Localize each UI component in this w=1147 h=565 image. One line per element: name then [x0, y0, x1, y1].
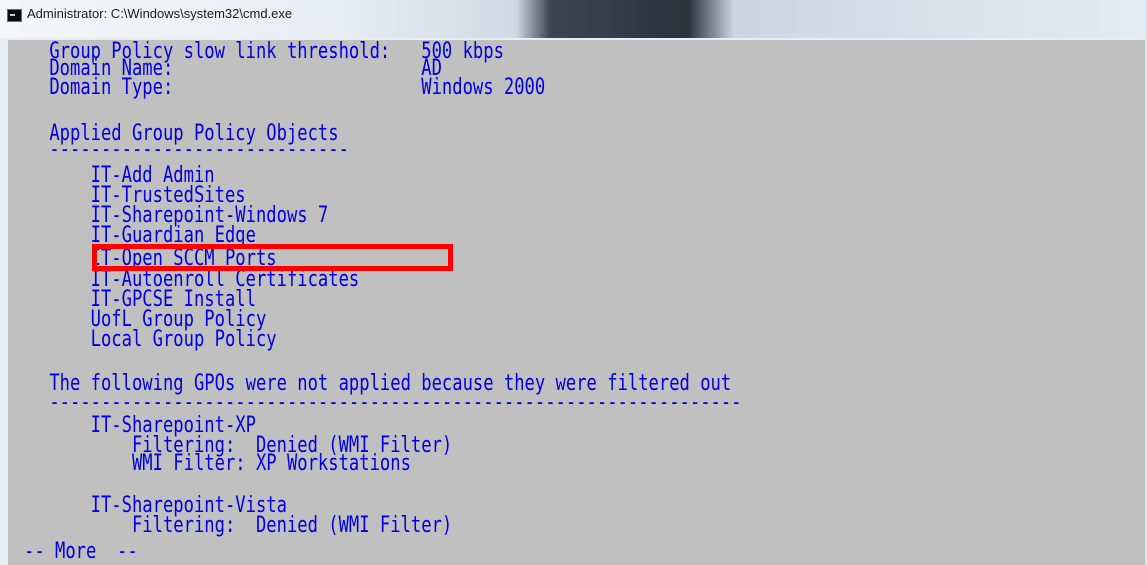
cmd-window: Administrator: C:\Windows\system32\cmd.e… — [0, 0, 1147, 565]
console-line: Local Group Policy — [8, 327, 277, 352]
console-line: Domain Type: Windows 2000 — [8, 75, 546, 100]
console-line: Filtering: Denied (WMI Filter) — [8, 513, 453, 538]
title-bar[interactable]: Administrator: C:\Windows\system32\cmd.e… — [0, 0, 1147, 38]
cmd-app-icon[interactable] — [7, 9, 22, 22]
window-title: Administrator: C:\Windows\system32\cmd.e… — [27, 6, 293, 21]
console-line: IT-Guardian Edge — [8, 223, 256, 248]
console-line: WMI Filter: XP Workstations — [8, 451, 411, 476]
console-line: ----------------------------------------… — [8, 390, 742, 415]
console-line: ----------------------------- — [8, 137, 349, 162]
highlight-box — [92, 244, 453, 271]
console-output[interactable]: Group Policy slow link threshold: 500 kb… — [8, 40, 1146, 565]
more-pager-prompt[interactable]: -- More -- — [24, 541, 138, 563]
